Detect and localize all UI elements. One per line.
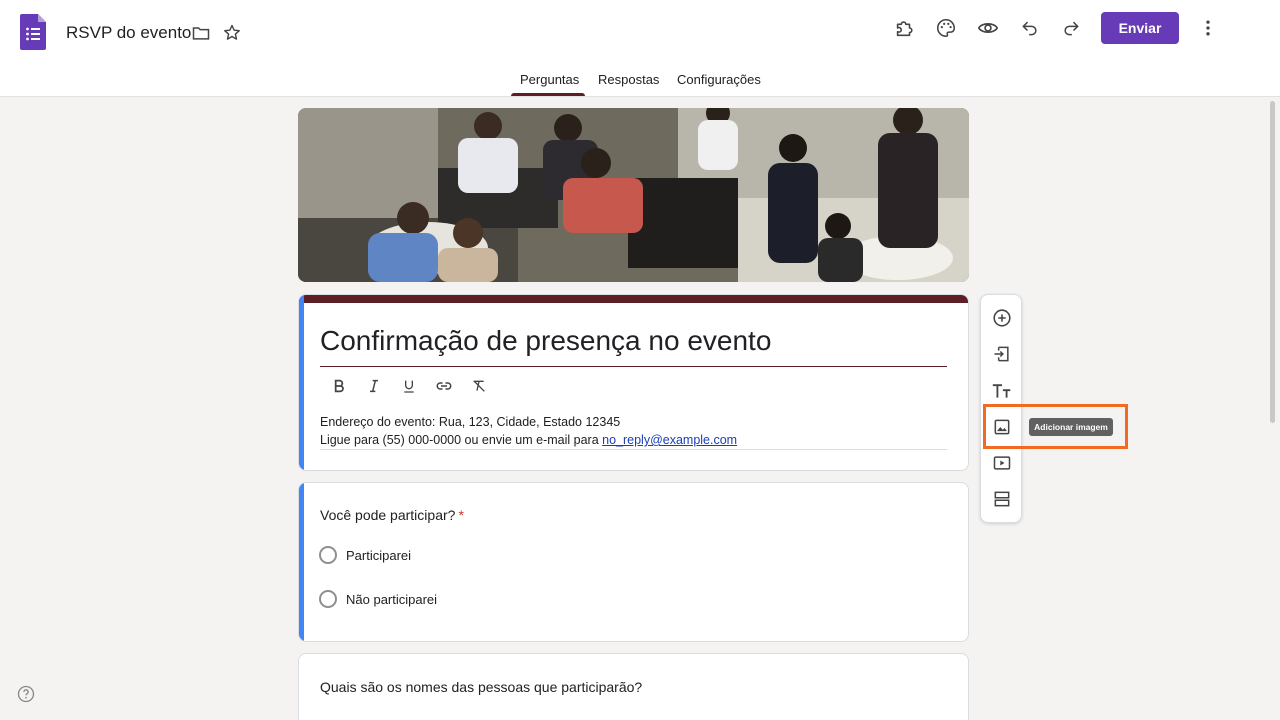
description-underline — [320, 449, 947, 450]
theme-top-bar — [299, 295, 968, 303]
folder-icon[interactable] — [188, 20, 214, 46]
question-title: Quais são os nomes das pessoas que parti… — [320, 679, 643, 695]
tab-bar: Perguntas Respostas Configurações — [0, 66, 1280, 97]
redo-icon[interactable] — [1058, 15, 1084, 41]
form-title-card: Confirmação de presença no evento Endere… — [298, 294, 969, 471]
clear-format-icon[interactable] — [466, 375, 491, 397]
radio-button[interactable] — [319, 590, 337, 608]
add-video-icon[interactable] — [989, 450, 1015, 476]
preview-eye-icon[interactable] — [975, 15, 1001, 41]
send-button[interactable]: Enviar — [1101, 12, 1179, 44]
scrollbar[interactable] — [1270, 101, 1275, 423]
star-icon[interactable] — [219, 20, 245, 46]
help-icon[interactable] — [16, 684, 36, 704]
radio-option[interactable]: Participarei — [319, 546, 411, 564]
italic-icon[interactable] — [361, 375, 386, 397]
active-tab-indicator — [511, 93, 585, 96]
title-underline — [320, 366, 947, 367]
question-card[interactable]: Você pode participar? * Participarei Não … — [298, 482, 969, 642]
required-asterisk: * — [458, 507, 464, 523]
option-label: Participarei — [346, 547, 412, 563]
import-questions-icon[interactable] — [989, 341, 1015, 367]
bold-icon[interactable] — [326, 375, 351, 397]
radio-option[interactable]: Não participarei — [319, 590, 437, 608]
question-title-text: Você pode participar? — [320, 507, 456, 523]
active-card-indicator — [299, 483, 304, 641]
tab-respostas[interactable]: Respostas — [598, 72, 659, 87]
forms-logo-icon[interactable] — [20, 14, 46, 50]
question-card[interactable]: Quais são os nomes das pessoas que parti… — [298, 653, 969, 720]
description-address: Endereço do evento: Rua, 123, Cidade, Es… — [320, 415, 621, 429]
document-title[interactable]: RSVP do evento — [66, 22, 191, 44]
header-banner-image — [298, 108, 969, 282]
tab-perguntas[interactable]: Perguntas — [520, 72, 579, 87]
question-title: Você pode participar? * — [320, 507, 464, 523]
tooltip: Adicionar imagem — [1029, 418, 1113, 436]
more-vert-icon[interactable] — [1195, 15, 1221, 41]
form-title[interactable]: Confirmação de presença no evento — [320, 325, 771, 357]
tab-configuracoes[interactable]: Configurações — [677, 72, 761, 87]
description-contact: Ligue para (55) 000-0000 ou envie um e-m… — [320, 431, 737, 449]
addons-icon[interactable] — [891, 15, 917, 41]
add-title-icon[interactable] — [989, 378, 1015, 404]
app-header: RSVP do evento Enviar Perguntas Resposta… — [0, 0, 1280, 97]
option-label: Não participarei — [346, 591, 438, 607]
format-toolbar — [326, 375, 491, 397]
palette-icon[interactable] — [933, 15, 959, 41]
description-contact-text: Ligue para (55) 000-0000 ou envie um e-m… — [320, 433, 603, 447]
email-link[interactable]: no_reply@example.com — [602, 433, 737, 447]
radio-button[interactable] — [319, 546, 337, 564]
link-icon[interactable] — [431, 375, 456, 397]
underline-icon[interactable] — [396, 375, 421, 397]
add-section-icon[interactable] — [989, 486, 1015, 512]
form-description[interactable]: Endereço do evento: Rua, 123, Cidade, Es… — [320, 413, 737, 449]
undo-icon[interactable] — [1017, 15, 1043, 41]
active-card-indicator — [299, 295, 304, 470]
add-question-icon[interactable] — [989, 305, 1015, 331]
